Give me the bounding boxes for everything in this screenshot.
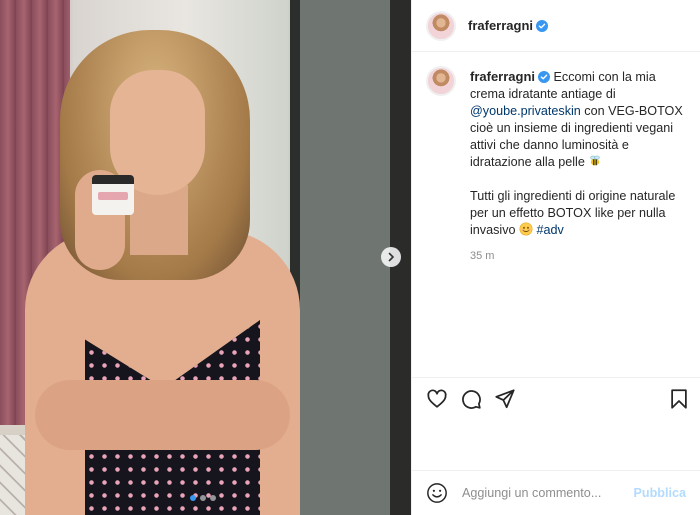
verified-badge-icon xyxy=(536,19,549,32)
caption-body: fraferragni Eccomi con la mia crema idra… xyxy=(470,68,686,265)
likes-area xyxy=(412,419,700,471)
username-link[interactable]: fraferragni xyxy=(468,18,533,33)
smiling-face-emoji-icon xyxy=(519,222,533,236)
cream-jar-label xyxy=(98,192,128,200)
model-arm xyxy=(35,380,290,450)
caption-paragraph: Tutti gli ingredienti di origine natural… xyxy=(470,188,686,239)
bee-emoji-icon xyxy=(590,155,600,166)
share-button[interactable] xyxy=(494,388,516,410)
carousel-dot xyxy=(190,495,196,501)
smiley-icon xyxy=(427,483,447,503)
post-sidebar: fraferragni fraferragni Eccomi con la mi… xyxy=(411,0,700,515)
emoji-picker-button[interactable] xyxy=(426,482,448,504)
like-button[interactable] xyxy=(426,388,448,410)
verified-badge-icon xyxy=(538,71,551,83)
carousel-dot xyxy=(210,495,216,501)
bookmark-icon xyxy=(671,388,687,409)
comment-button[interactable] xyxy=(460,388,482,410)
caption-username-link[interactable]: fraferragni xyxy=(470,69,535,84)
instagram-post: fraferragni fraferragni Eccomi con la mi… xyxy=(0,0,700,515)
caption: fraferragni Eccomi con la mia crema idra… xyxy=(426,66,686,265)
hashtag-link[interactable]: #adv xyxy=(537,223,564,237)
heart-icon xyxy=(427,389,447,408)
post-header: fraferragni xyxy=(412,0,700,52)
avatar[interactable] xyxy=(426,10,456,41)
caption-text: Tutti gli ingredienti di origine natural… xyxy=(470,189,676,237)
model-figure xyxy=(10,20,310,515)
publish-button[interactable]: Pubblica xyxy=(634,486,686,500)
next-image-button[interactable] xyxy=(381,247,401,267)
comment-bubble-icon xyxy=(462,389,481,409)
save-button[interactable] xyxy=(668,388,690,410)
comment-input[interactable] xyxy=(462,486,634,500)
post-timestamp[interactable]: 35 m xyxy=(470,248,686,265)
add-comment-bar: Pubblica xyxy=(412,471,700,515)
caption-avatar[interactable] xyxy=(426,66,456,96)
carousel-dot xyxy=(200,495,206,501)
model-neck xyxy=(130,185,188,255)
mention-link[interactable]: @yoube.privateskin xyxy=(470,104,581,118)
paper-plane-icon xyxy=(495,388,515,408)
carousel-indicator xyxy=(190,495,216,501)
comments-area: fraferragni Eccomi con la mia crema idra… xyxy=(412,52,700,377)
chevron-right-icon xyxy=(388,252,394,262)
action-bar xyxy=(412,377,700,419)
post-image[interactable] xyxy=(0,0,411,515)
